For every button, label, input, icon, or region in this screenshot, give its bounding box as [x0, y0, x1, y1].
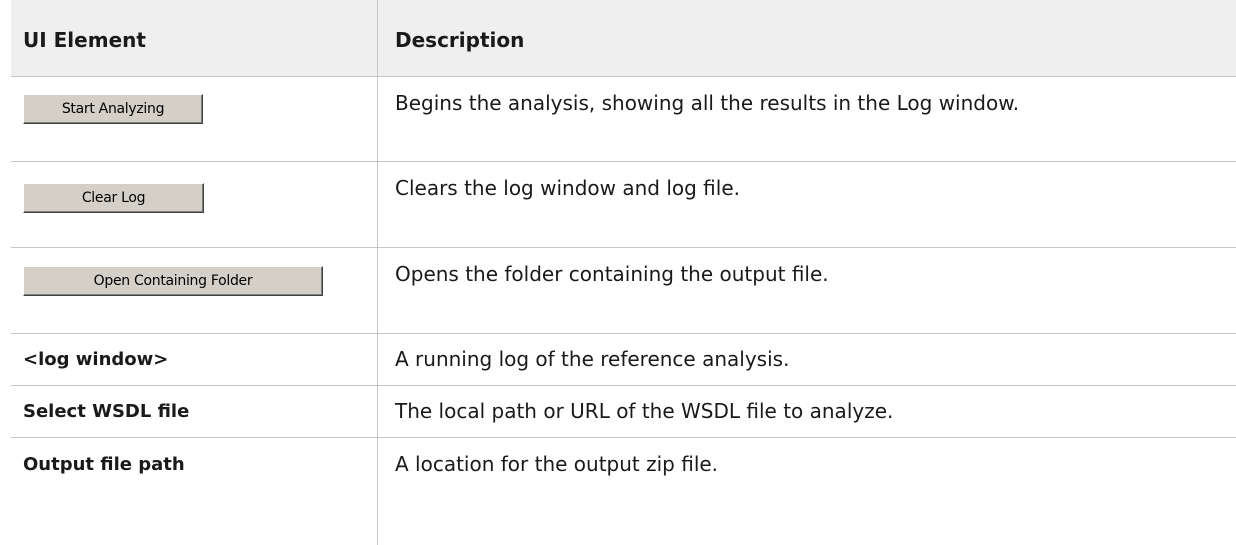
column-divider	[377, 0, 378, 545]
description-cell: A location for the output zip file.	[378, 438, 1236, 545]
row-description: Opens the folder containing the output f…	[395, 262, 829, 286]
output-file-path-label: Output file path	[23, 454, 185, 475]
description-cell: Clears the log window and log file.	[378, 162, 1236, 248]
row-description: Clears the log window and log file.	[395, 176, 740, 200]
table-row: Start Analyzing Begins the analysis, sho…	[11, 77, 1236, 162]
select-wsdl-file-label: Select WSDL file	[23, 401, 190, 422]
row-description: A location for the output zip file.	[395, 452, 719, 476]
row-description: A running log of the reference analysis.	[395, 347, 790, 371]
table-row: <log window> A running log of the refere…	[11, 334, 1236, 386]
table-row: Output file path A location for the outp…	[11, 438, 1236, 545]
ui-element-cell: Clear Log	[11, 162, 377, 248]
start-analyzing-button[interactable]: Start Analyzing	[23, 94, 203, 124]
ui-element-cell: Start Analyzing	[11, 77, 377, 162]
ui-element-table: UI Element Description Start Analyzing B…	[11, 0, 1236, 545]
description-cell: A running log of the reference analysis.	[378, 334, 1236, 386]
row-description: Begins the analysis, showing all the res…	[395, 91, 1020, 115]
description-cell: The local path or URL of the WSDL file t…	[378, 386, 1236, 438]
header-description: Description	[395, 28, 525, 52]
ui-element-cell: Open Containing Folder	[11, 248, 377, 334]
header-ui-element-cell: UI Element	[11, 0, 377, 52]
table-row: Open Containing Folder Opens the folder …	[11, 248, 1236, 334]
table-header-row: UI Element Description	[11, 0, 1236, 77]
row-description: The local path or URL of the WSDL file t…	[395, 399, 894, 423]
ui-element-cell: Output file path	[11, 438, 377, 545]
description-cell: Opens the folder containing the output f…	[378, 248, 1236, 334]
header-description-cell: Description	[378, 0, 1236, 52]
table-row: Clear Log Clears the log window and log …	[11, 162, 1236, 248]
open-containing-folder-button[interactable]: Open Containing Folder	[23, 266, 323, 296]
header-ui-element: UI Element	[23, 28, 146, 52]
table-row: Select WSDL file The local path or URL o…	[11, 386, 1236, 438]
description-cell: Begins the analysis, showing all the res…	[378, 77, 1236, 162]
log-window-label: <log window>	[23, 349, 169, 370]
clear-log-button[interactable]: Clear Log	[23, 183, 204, 213]
ui-element-cell: Select WSDL file	[11, 386, 377, 438]
ui-element-cell: <log window>	[11, 334, 377, 386]
